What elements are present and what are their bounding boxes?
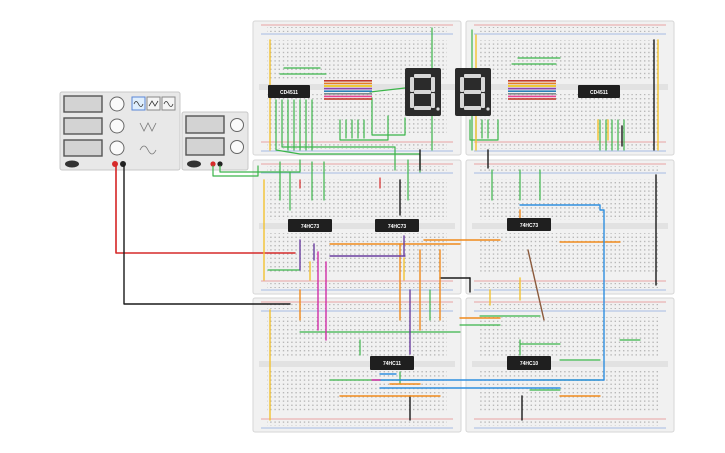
power-supply[interactable]	[181, 111, 249, 171]
sine-wave-icon[interactable]	[131, 96, 146, 111]
chip-label: 74HC11	[383, 361, 401, 367]
chip-label: CD4511	[590, 90, 608, 96]
terminal-negative[interactable]	[120, 161, 126, 167]
chip-74hc10[interactable]: 74HC10	[507, 356, 551, 370]
chip-74hc73-3[interactable]: 74HC73	[507, 218, 551, 231]
function-generator[interactable]	[59, 91, 181, 171]
seven-segment-display-icon	[455, 68, 491, 116]
chip-cd4511-right[interactable]: CD4511	[578, 85, 620, 98]
chip-74hc73-2[interactable]: 74HC73	[375, 219, 419, 232]
chip-label: 74HC73	[388, 224, 407, 230]
breadboard	[465, 159, 675, 295]
chip-74hc11[interactable]: 74HC11	[370, 356, 414, 370]
chip-label: 74HC73	[520, 223, 539, 229]
terminal-positive[interactable]	[112, 161, 118, 167]
circuit-diagram: CD4511 CD4511 74HC73 74HC73 74HC73 74HC1…	[59, 20, 675, 433]
square-wave-icon[interactable]	[161, 96, 176, 111]
breadboard	[252, 159, 462, 295]
chip-label: 74HC73	[301, 224, 320, 230]
chip-74hc73-1[interactable]: 74HC73	[288, 219, 332, 232]
breadboard	[465, 20, 675, 156]
power-switch[interactable]	[65, 160, 79, 168]
chip-label: CD4511	[280, 90, 298, 96]
seven-segment-display-icon	[405, 68, 441, 116]
chip-label: 74HC10	[520, 361, 539, 367]
power-switch[interactable]	[187, 160, 201, 168]
triangle-wave-icon[interactable]	[146, 96, 161, 111]
chip-cd4511-left[interactable]: CD4511	[268, 85, 310, 98]
